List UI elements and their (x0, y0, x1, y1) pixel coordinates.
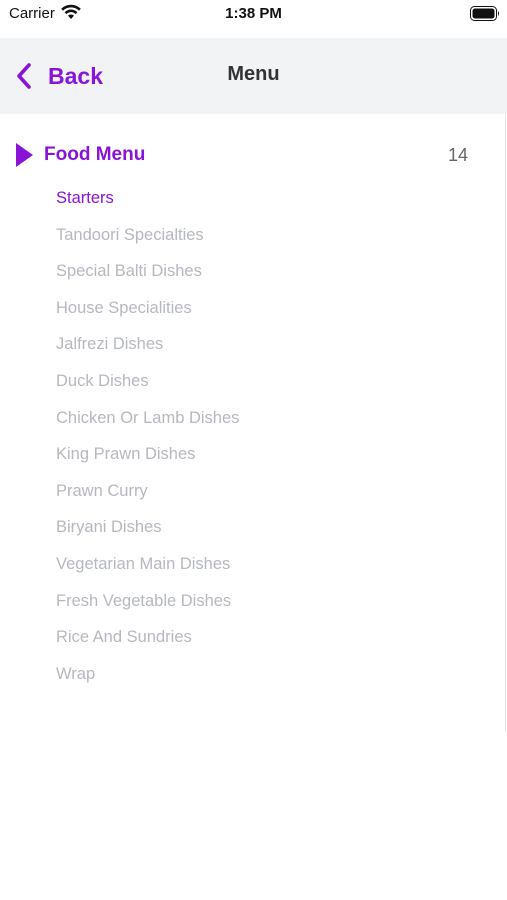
menu-item-king-prawn-dishes[interactable]: King Prawn Dishes (56, 436, 239, 473)
menu-item-starters[interactable]: Starters (56, 180, 239, 217)
page-title: Menu (227, 63, 280, 85)
menu-item-house-specialities[interactable]: House Specialities (56, 290, 239, 327)
menu-item-duck-dishes[interactable]: Duck Dishes (56, 363, 239, 400)
menu-item-wrap[interactable]: Wrap (56, 656, 239, 693)
menu-item-biryani-dishes[interactable]: Biryani Dishes (56, 509, 239, 546)
status-bar: Carrier 1:38 PM (0, 0, 507, 38)
clock-time: 1:38 PM (225, 5, 282, 22)
menu-item-vegetarian-main-dishes[interactable]: Vegetarian Main Dishes (56, 546, 239, 583)
food-menu-header[interactable]: Food Menu 14 (14, 140, 474, 170)
menu-item-tandoori-specialties[interactable]: Tandoori Specialties (56, 217, 239, 254)
menu-item-rice-and-sundries[interactable]: Rice And Sundries (56, 619, 239, 656)
menu-item-jalfrezi-dishes[interactable]: Jalfrezi Dishes (56, 326, 239, 363)
menu-item-count: 14 (447, 144, 468, 165)
menu-item-prawn-curry[interactable]: Prawn Curry (56, 473, 239, 510)
menu-item-special-balti-dishes[interactable]: Special Balti Dishes (56, 253, 239, 290)
vertical-divider (505, 114, 506, 732)
menu-category-list: Starters Tandoori Specialties Special Ba… (56, 180, 239, 692)
battery-icon (470, 6, 499, 21)
triangle-right-icon (16, 143, 33, 167)
menu-item-fresh-vegetable-dishes[interactable]: Fresh Vegetable Dishes (56, 583, 239, 620)
navigation-bar: Back Menu (0, 38, 507, 114)
menu-item-chicken-or-lamb-dishes[interactable]: Chicken Or Lamb Dishes (56, 400, 239, 437)
food-menu-label: Food Menu (44, 144, 146, 165)
